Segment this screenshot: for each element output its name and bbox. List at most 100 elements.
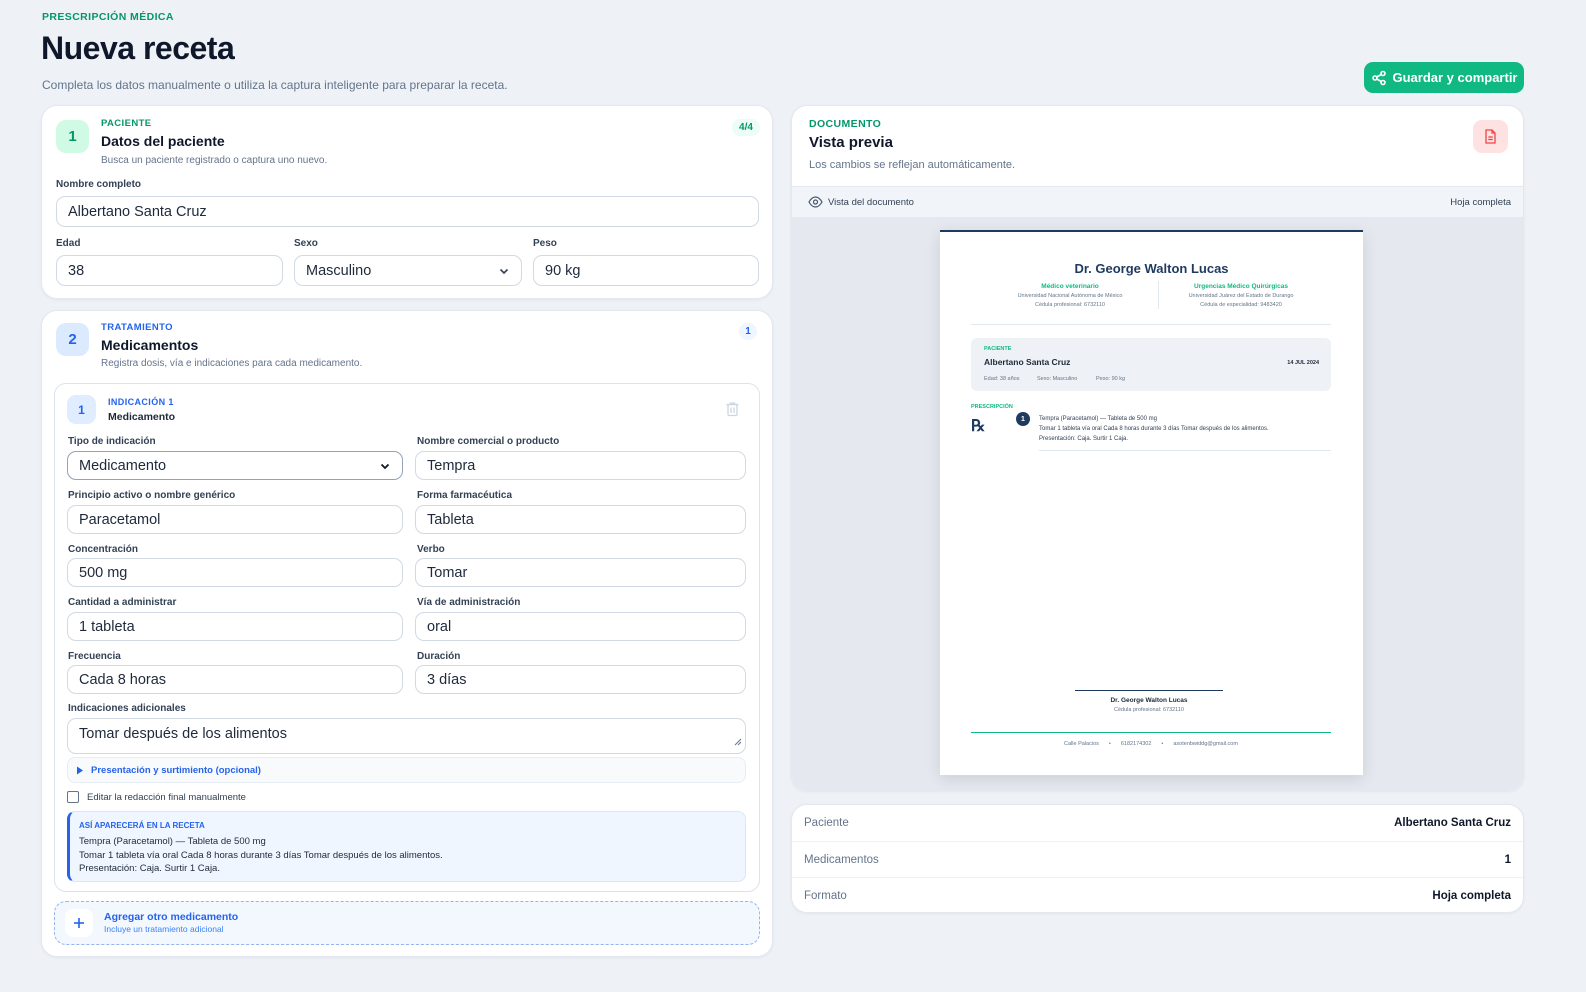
doc-item-line: Tomar 1 tableta vía oral Cada 8 horas du… xyxy=(1039,426,1269,432)
doc-spec1-title: Médico veterinario xyxy=(1041,283,1099,290)
preview-toolbar: Vista del documento Hoja completa xyxy=(792,186,1523,218)
page-subtitle: Completa los datos manualmente o utiliza… xyxy=(42,78,508,92)
sex-label: Sexo xyxy=(294,238,318,249)
product-label: Nombre comercial o producto xyxy=(417,436,560,447)
resize-handle-icon[interactable] xyxy=(734,734,742,750)
save-share-label: Guardar y compartir xyxy=(1392,70,1518,85)
extra-value: Tomar después de los alimentos xyxy=(79,726,287,742)
chevron-down-icon xyxy=(498,265,510,277)
rx-icon: ℞ xyxy=(971,416,986,435)
doc-rx-eyebrow: PRESCRIPCIÓN xyxy=(971,404,1013,410)
document-page: Dr. George Walton Lucas Médico veterinar… xyxy=(940,230,1363,775)
form-input[interactable]: Tableta xyxy=(415,505,746,534)
doc-patient-box: PACIENTE Albertano Santa Cruz 14 JUL 202… xyxy=(971,338,1331,391)
patient-card: 1 PACIENTE Datos del paciente Busca un p… xyxy=(41,105,773,299)
full-name-input[interactable]: Albertano Santa Cruz xyxy=(56,196,759,227)
doc-spec2-title: Urgencias Médico Quirúrgicas xyxy=(1194,283,1288,290)
doc-patient-sex: Sexo: Masculino xyxy=(1037,376,1078,382)
progress-badge: 4/4 xyxy=(732,119,760,136)
share-icon xyxy=(1371,70,1387,86)
step-number: 1 xyxy=(56,120,89,153)
page-title: Nueva receta xyxy=(41,30,235,66)
preview-card: DOCUMENTO Vista previa Los cambios se re… xyxy=(791,105,1524,791)
doc-footer-separator: • xyxy=(1161,741,1164,747)
sex-select[interactable]: Masculino xyxy=(294,255,522,286)
doc-doctor-name: Dr. George Walton Lucas xyxy=(1074,261,1229,276)
quantity-input[interactable]: 1 tableta xyxy=(67,612,403,641)
rendered-preview-line: Tomar 1 tableta vía oral Cada 8 horas du… xyxy=(79,849,443,861)
summary-row: Medicamentos 1 xyxy=(792,841,1523,877)
form-label: Forma farmacéutica xyxy=(417,490,513,501)
generic-label: Principio activo o nombre genérico xyxy=(68,490,236,501)
card-eyebrow: DOCUMENTO xyxy=(809,118,882,130)
summary-row: Paciente Albertano Santa Cruz xyxy=(792,805,1523,841)
summary-value: Hoja completa xyxy=(1432,889,1511,902)
doc-footer-address: Calle Palacios xyxy=(1064,741,1099,747)
manual-edit-checkbox[interactable] xyxy=(67,791,79,803)
frequency-input[interactable]: Cada 8 horas xyxy=(67,665,403,694)
rendered-preview-eyebrow: ASÍ APARECERÁ EN LA RECETA xyxy=(79,821,205,830)
type-select[interactable]: Medicamento xyxy=(67,451,403,480)
route-label: Vía de administración xyxy=(417,597,521,608)
extra-textarea[interactable]: Tomar después de los alimentos xyxy=(67,718,746,754)
doc-item-line: Presentación: Caja. Surtir 1 Caja. xyxy=(1039,436,1129,442)
card-title: Medicamentos xyxy=(101,337,199,353)
add-medication-title: Agregar otro medicamento xyxy=(104,911,239,923)
treatment-card: 2 TRATAMIENTO Medicamentos Registra dosi… xyxy=(41,310,773,957)
doc-signature-name: Dr. George Walton Lucas xyxy=(1110,697,1188,704)
age-input[interactable]: 38 xyxy=(56,255,283,286)
pdf-download-button[interactable] xyxy=(1473,120,1508,153)
doc-item-number: 1 xyxy=(1016,412,1030,426)
presentation-toggle-label: Presentación y surtimiento (opcional) xyxy=(91,764,261,776)
format-label[interactable]: Hoja completa xyxy=(1450,197,1511,208)
document-canvas: Dr. George Walton Lucas Médico veterinar… xyxy=(792,218,1523,790)
concentration-label: Concentración xyxy=(68,544,139,555)
summary-value: Albertano Santa Cruz xyxy=(1394,817,1511,829)
doc-divider xyxy=(971,324,1331,325)
doc-spec2-line: Cédula de especialidad: 9483420 xyxy=(1200,302,1282,308)
card-title: Datos del paciente xyxy=(101,133,225,149)
indication-number: 1 xyxy=(67,395,96,424)
summary-card: Paciente Albertano Santa Cruz Medicament… xyxy=(791,804,1524,913)
toolbar-label: Vista del documento xyxy=(828,197,914,208)
doc-spec1-line: Universidad Nacional Autónoma de México xyxy=(1017,293,1123,299)
type-label: Tipo de indicación xyxy=(68,436,156,447)
add-medication-button[interactable]: Agregar otro medicamento Incluye un trat… xyxy=(54,901,760,945)
eye-icon xyxy=(808,196,823,208)
verb-input[interactable]: Tomar xyxy=(415,558,746,587)
duration-input[interactable]: 3 días xyxy=(415,665,746,694)
doc-patient-age: Edad: 38 años xyxy=(984,376,1020,382)
plus-icon xyxy=(65,909,93,937)
doc-signature-line xyxy=(1075,690,1223,691)
doc-divider xyxy=(1039,450,1331,451)
card-eyebrow: TRATAMIENTO xyxy=(101,322,173,333)
presentation-toggle[interactable]: Presentación y surtimiento (opcional) xyxy=(67,757,746,783)
doc-patient-weight: Peso: 90 kg xyxy=(1096,376,1126,382)
quantity-label: Cantidad a administrar xyxy=(68,597,177,608)
age-label: Edad xyxy=(56,238,81,249)
doc-date: 14 JUL 2024 xyxy=(1287,360,1319,366)
doc-patient-eyebrow: PACIENTE xyxy=(984,346,1012,352)
manual-edit-row: Editar la redacción final manualmente xyxy=(67,791,246,803)
doc-spec1-line: Cédula profesional: 6732110 xyxy=(1035,302,1105,308)
duration-label: Duración xyxy=(417,651,461,662)
weight-label: Peso xyxy=(533,238,557,249)
rendered-preview-line: Presentación: Caja. Surtir 1 Caja. xyxy=(79,863,220,874)
step-number: 2 xyxy=(56,323,89,356)
pdf-file-icon xyxy=(1484,129,1497,144)
route-input[interactable]: oral xyxy=(415,612,746,641)
add-medication-subtitle: Incluye un tratamiento adicional xyxy=(104,924,224,934)
rendered-preview-line: Tempra (Paracetamol) — Tableta de 500 mg xyxy=(79,836,266,847)
concentration-input[interactable]: 500 mg xyxy=(67,558,403,587)
generic-input[interactable]: Paracetamol xyxy=(67,505,403,534)
doc-footer-phone: 6182174302 xyxy=(1120,741,1152,747)
product-input[interactable]: Tempra xyxy=(415,451,746,480)
trash-icon[interactable] xyxy=(725,401,740,422)
doc-spec2-line: Universidad Juárez del Estado de Durango xyxy=(1188,293,1294,299)
verb-label: Verbo xyxy=(417,544,445,555)
weight-input[interactable]: 90 kg xyxy=(533,255,759,286)
medication-count-badge: 1 xyxy=(739,323,757,340)
card-subtitle: Busca un paciente registrado o captura u… xyxy=(101,155,328,166)
indication-type-title: Medicamento xyxy=(108,411,176,423)
save-share-button[interactable]: Guardar y compartir xyxy=(1364,62,1524,93)
